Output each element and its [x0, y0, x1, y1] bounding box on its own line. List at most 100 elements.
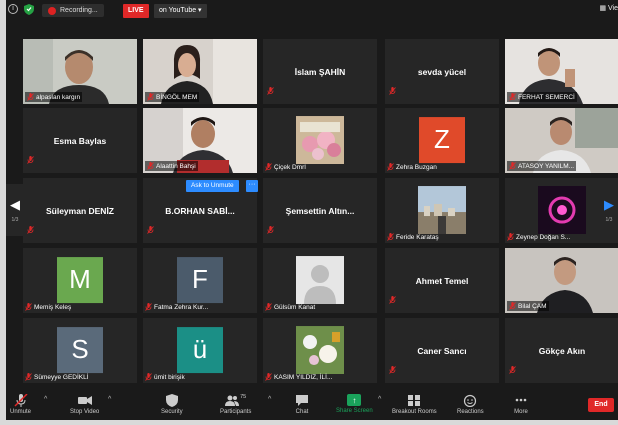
- muted-mic-icon: [509, 361, 516, 379]
- participant-tile[interactable]: KASIM YILDIZ, İLİ...: [263, 318, 377, 383]
- reactions-button[interactable]: Reactions: [457, 394, 484, 415]
- muted-mic-icon: [509, 302, 516, 310]
- initial-avatar: M: [57, 256, 103, 303]
- ask-to-unmute-button[interactable]: Ask to Unmute: [186, 180, 239, 192]
- participant-name: Sümeyye GEDİKLİ: [34, 373, 89, 381]
- participant-label: Zehra Buzgan: [387, 163, 437, 171]
- recording-indicator[interactable]: Recording...: [42, 4, 104, 17]
- muted-mic-icon: [147, 93, 154, 101]
- youtube-stream-dropdown[interactable]: on YouTube ▾: [154, 4, 207, 18]
- chat-button[interactable]: Chat: [295, 394, 309, 415]
- participant-tile[interactable]: sevda yücel: [385, 39, 499, 104]
- participant-label: Zeynep Doğan S...: [507, 233, 570, 241]
- participant-name: Zehra Buzgan: [396, 163, 437, 171]
- participant-tile[interactable]: Alaattin Bahşi: [143, 108, 257, 173]
- participant-tile[interactable]: M Memiş Keleş: [23, 248, 137, 313]
- participant-name: Gökçe Akın: [538, 345, 586, 356]
- participant-tile[interactable]: Feride Karataş: [385, 178, 499, 243]
- next-page-button[interactable]: ▶ 1/3: [600, 184, 618, 236]
- muted-mic-icon: [145, 303, 152, 311]
- participant-label: Alaattin Bahşi: [145, 161, 198, 171]
- chevron-left-icon: ◀: [10, 197, 20, 212]
- participant-name: Alaattin Bahşi: [156, 162, 196, 170]
- video-camera-icon: [77, 396, 92, 405]
- unmute-button[interactable]: Unmute: [10, 394, 31, 415]
- share-options-caret[interactable]: ^: [378, 396, 381, 403]
- participant-tile[interactable]: Gökçe Akın: [505, 318, 618, 383]
- participant-tile[interactable]: Bilal ÇAM: [505, 248, 618, 313]
- participant-more-button[interactable]: ···: [246, 180, 258, 192]
- share-screen-button[interactable]: ↑ Share Screen: [336, 394, 373, 414]
- participants-icon: [225, 395, 240, 406]
- participant-label: KASIM YILDIZ, İLİ...: [265, 373, 332, 381]
- profile-picture: [296, 255, 344, 304]
- more-button[interactable]: More: [514, 394, 528, 415]
- participant-tile[interactable]: ATASOY YANILM...: [505, 108, 618, 173]
- initial-avatar: ü: [177, 326, 223, 373]
- meeting-toolbar: Unmute ^ Stop Video ^ Security 75 Partic…: [6, 390, 618, 420]
- initial-avatar: F: [177, 256, 223, 303]
- record-icon: [48, 6, 56, 15]
- muted-mic-icon: [389, 361, 396, 379]
- participant-label: Sümeyye GEDİKLİ: [25, 373, 89, 381]
- stop-video-button[interactable]: Stop Video: [70, 394, 99, 415]
- live-badge[interactable]: LIVE: [123, 4, 149, 18]
- participant-tile[interactable]: Esma Baylas: [23, 108, 137, 173]
- view-button[interactable]: ▦ Vie: [599, 4, 618, 12]
- participant-label: FERHAT SEMERCİ: [507, 92, 577, 102]
- recording-label: Recording...: [60, 7, 98, 14]
- muted-mic-icon: [27, 93, 34, 101]
- participants-options-caret[interactable]: ^: [268, 396, 271, 403]
- participant-tile[interactable]: ü ümit birişik: [143, 318, 257, 383]
- participant-label: alpaslan kargın: [25, 92, 83, 102]
- muted-mic-icon: [265, 373, 272, 381]
- participant-name: ATASOY YANILM...: [518, 162, 575, 170]
- muted-mic-icon: [509, 162, 516, 170]
- profile-picture: [296, 325, 344, 374]
- participant-name: Feride Karataş: [396, 233, 439, 241]
- security-button[interactable]: Security: [161, 394, 183, 415]
- participant-tile[interactable]: Caner Sancı: [385, 318, 499, 383]
- info-icon[interactable]: i: [8, 4, 18, 14]
- muted-mic-icon: [27, 151, 34, 169]
- audio-options-caret[interactable]: ^: [44, 396, 47, 403]
- muted-mic-icon: [265, 303, 272, 311]
- participant-tile[interactable]: İslam ŞAHİN: [263, 39, 377, 104]
- participant-tile[interactable]: FERHAT SEMERCİ: [505, 39, 618, 104]
- share-screen-icon: ↑: [347, 394, 362, 406]
- participant-tile[interactable]: Çiçek Dmrl: [263, 108, 377, 173]
- video-options-caret[interactable]: ^: [108, 396, 111, 403]
- participant-tile[interactable]: Gülsüm Kanat: [263, 248, 377, 313]
- shield-icon[interactable]: [24, 4, 34, 15]
- profile-picture: [538, 185, 586, 234]
- participant-name: ümit birişik: [154, 373, 185, 381]
- muted-mic-icon: [265, 163, 272, 171]
- participant-name: Caner Sancı: [417, 345, 467, 356]
- muted-mic-icon: [389, 291, 396, 309]
- participant-label: Gülsüm Kanat: [265, 303, 315, 311]
- participant-name: İslam ŞAHİN: [294, 66, 346, 77]
- previous-page-button[interactable]: ◀ 1/3: [6, 184, 24, 236]
- participant-name: Çiçek Dmrl: [274, 163, 306, 171]
- muted-mic-icon: [25, 373, 32, 381]
- chevron-right-icon: ▶: [604, 197, 614, 212]
- participant-name: Ahmet Temel: [415, 275, 469, 286]
- participant-name: Bilal ÇAM: [518, 302, 547, 310]
- participant-tile[interactable]: F Fatma Zehra Kur...: [143, 248, 257, 313]
- end-meeting-button[interactable]: End: [588, 398, 614, 412]
- participant-tile[interactable]: alpaslan kargın: [23, 39, 137, 104]
- muted-mic-icon: [509, 93, 516, 101]
- participant-name: Memiş Keleş: [34, 303, 72, 311]
- participant-tile[interactable]: Süleyman DENİZ: [23, 178, 137, 243]
- participant-tile[interactable]: Z Zehra Buzgan: [385, 108, 499, 173]
- muted-mic-icon: [387, 233, 394, 241]
- participant-tile[interactable]: S Sümeyye GEDİKLİ: [23, 318, 137, 383]
- participant-label: ümit birişik: [145, 373, 185, 381]
- breakout-rooms-button[interactable]: Breakout Rooms: [392, 394, 437, 415]
- participant-label: ATASOY YANILM...: [507, 161, 577, 171]
- participants-button[interactable]: 75 Participants: [220, 394, 251, 415]
- initial-avatar: Z: [419, 116, 465, 163]
- participant-tile[interactable]: Şemsettin Altın...: [263, 178, 377, 243]
- participant-tile[interactable]: Ahmet Temel: [385, 248, 499, 313]
- participant-tile[interactable]: BİNGÖL MEM: [143, 39, 257, 104]
